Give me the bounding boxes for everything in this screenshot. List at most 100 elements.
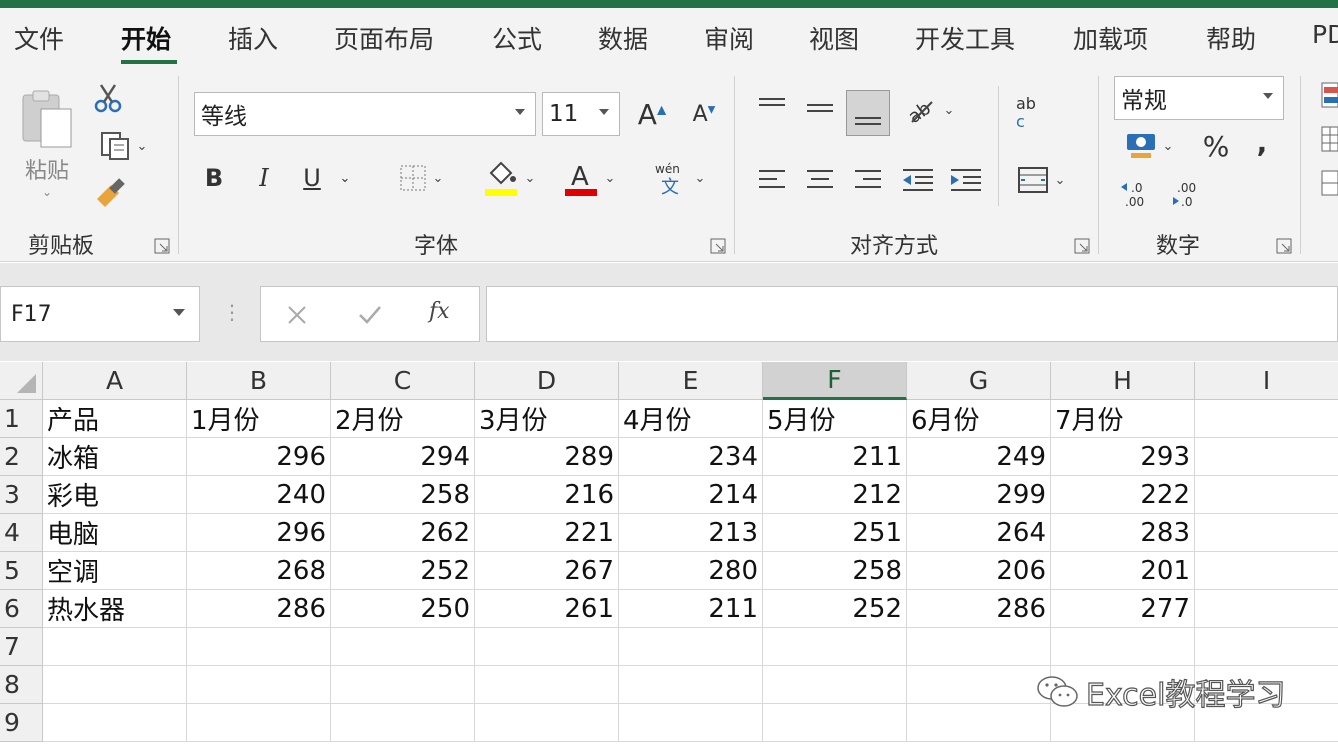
- formula-input[interactable]: [486, 286, 1338, 342]
- tab-add-ins[interactable]: 加载项: [1073, 20, 1148, 56]
- cell-d8[interactable]: [475, 666, 619, 704]
- cell-g5[interactable]: 206: [907, 552, 1051, 590]
- increase-font-button[interactable]: A▲: [632, 94, 672, 134]
- borders-button[interactable]: ⌄: [386, 158, 456, 198]
- enter-check-icon[interactable]: [357, 303, 383, 327]
- align-center-button[interactable]: [800, 160, 840, 200]
- tab-home[interactable]: 开始: [121, 20, 171, 56]
- column-header-c[interactable]: C: [331, 362, 475, 400]
- cell-a6[interactable]: 热水器: [43, 590, 187, 628]
- cell-g1[interactable]: 6月份: [907, 400, 1051, 438]
- cell-h7[interactable]: [1051, 628, 1195, 666]
- cell-e5[interactable]: 280: [619, 552, 763, 590]
- cell-f3[interactable]: 212: [763, 476, 907, 514]
- cell-e9[interactable]: [619, 704, 763, 742]
- tab-insert[interactable]: 插入: [228, 20, 278, 56]
- row-header-5[interactable]: 5: [0, 552, 43, 590]
- italic-button[interactable]: I: [246, 158, 282, 198]
- cell-h3[interactable]: 222: [1051, 476, 1195, 514]
- cell-d6[interactable]: 261: [475, 590, 619, 628]
- font-name-combo[interactable]: 等线: [194, 92, 536, 136]
- row-header-7[interactable]: 7: [0, 628, 43, 666]
- cell-g8[interactable]: [907, 666, 1051, 704]
- cell-a1[interactable]: 产品: [43, 400, 187, 438]
- cell-a4[interactable]: 电脑: [43, 514, 187, 552]
- row-header-3[interactable]: 3: [0, 476, 43, 514]
- cell-f5[interactable]: 258: [763, 552, 907, 590]
- name-box[interactable]: F17: [0, 286, 200, 342]
- cell-a2[interactable]: 冰箱: [43, 438, 187, 476]
- cell-h4[interactable]: 283: [1051, 514, 1195, 552]
- cell-b5[interactable]: 268: [187, 552, 331, 590]
- column-header-f[interactable]: F: [763, 362, 907, 400]
- cell-b2[interactable]: 296: [187, 438, 331, 476]
- copy-button[interactable]: ⌄: [90, 128, 156, 164]
- cell-h5[interactable]: 201: [1051, 552, 1195, 590]
- font-color-button[interactable]: A ⌄: [556, 156, 622, 200]
- cell-c2[interactable]: 294: [331, 438, 475, 476]
- accounting-format-button[interactable]: ⌄: [1116, 126, 1182, 166]
- tab-developer[interactable]: 开发工具: [915, 20, 1015, 56]
- row-header-6[interactable]: 6: [0, 590, 43, 628]
- dialog-launcher-icon[interactable]: [1074, 238, 1090, 254]
- tab-review[interactable]: 审阅: [704, 20, 754, 56]
- cell-b6[interactable]: 286: [187, 590, 331, 628]
- paste-button[interactable]: 粘贴 ⌄: [14, 82, 80, 206]
- row-header-9[interactable]: 9: [0, 704, 43, 742]
- cell-f1[interactable]: 5月份: [763, 400, 907, 438]
- tab-help[interactable]: 帮助: [1206, 20, 1256, 56]
- cell-f7[interactable]: [763, 628, 907, 666]
- cell-b9[interactable]: [187, 704, 331, 742]
- column-header-e[interactable]: E: [619, 362, 763, 400]
- cell-i2[interactable]: [1195, 438, 1338, 476]
- fill-color-button[interactable]: ⌄: [476, 156, 542, 200]
- column-header-b[interactable]: B: [187, 362, 331, 400]
- cell-h2[interactable]: 293: [1051, 438, 1195, 476]
- font-size-combo[interactable]: 11: [542, 92, 620, 136]
- cell-d2[interactable]: 289: [475, 438, 619, 476]
- dialog-launcher-icon[interactable]: [1276, 238, 1292, 254]
- dialog-launcher-icon[interactable]: [154, 238, 170, 254]
- column-header-h[interactable]: H: [1051, 362, 1195, 400]
- cell-c7[interactable]: [331, 628, 475, 666]
- cell-d4[interactable]: 221: [475, 514, 619, 552]
- cell-d5[interactable]: 267: [475, 552, 619, 590]
- phonetic-button[interactable]: wén 文 ⌄: [646, 156, 712, 200]
- cell-g2[interactable]: 249: [907, 438, 1051, 476]
- drag-handle-icon[interactable]: ⋮: [222, 300, 242, 324]
- cell-d3[interactable]: 216: [475, 476, 619, 514]
- underline-button[interactable]: U: [294, 158, 330, 198]
- cell-d7[interactable]: [475, 628, 619, 666]
- decrease-font-button[interactable]: A▼: [684, 94, 724, 134]
- cell-c5[interactable]: 252: [331, 552, 475, 590]
- increase-decimal-button[interactable]: .0.00: [1116, 174, 1156, 214]
- dialog-launcher-icon[interactable]: [710, 238, 726, 254]
- cell-f4[interactable]: 251: [763, 514, 907, 552]
- cell-h6[interactable]: 277: [1051, 590, 1195, 628]
- percent-button[interactable]: %: [1196, 126, 1236, 166]
- format-painter-button[interactable]: [90, 174, 130, 214]
- cell-f2[interactable]: 211: [763, 438, 907, 476]
- align-middle-button[interactable]: [800, 88, 840, 128]
- orientation-button[interactable]: ab ⌄: [900, 90, 960, 130]
- cell-e4[interactable]: 213: [619, 514, 763, 552]
- tab-page-layout[interactable]: 页面布局: [334, 20, 434, 56]
- tab-data[interactable]: 数据: [598, 20, 648, 56]
- cell-i1[interactable]: [1195, 400, 1338, 438]
- wrap-text-button[interactable]: ab c: [1008, 90, 1048, 134]
- cut-button[interactable]: [90, 80, 126, 116]
- cell-g4[interactable]: 264: [907, 514, 1051, 552]
- merge-center-button[interactable]: ⌄: [1008, 160, 1074, 200]
- cell-i4[interactable]: [1195, 514, 1338, 552]
- cell-d1[interactable]: 3月份: [475, 400, 619, 438]
- cell-e3[interactable]: 214: [619, 476, 763, 514]
- cell-e7[interactable]: [619, 628, 763, 666]
- format-as-table-button[interactable]: [1318, 124, 1338, 154]
- row-header-2[interactable]: 2: [0, 438, 43, 476]
- align-top-button[interactable]: [752, 88, 792, 128]
- cancel-icon[interactable]: [285, 303, 309, 327]
- cell-i6[interactable]: [1195, 590, 1338, 628]
- cell-g3[interactable]: 299: [907, 476, 1051, 514]
- cell-c6[interactable]: 250: [331, 590, 475, 628]
- cell-g6[interactable]: 286: [907, 590, 1051, 628]
